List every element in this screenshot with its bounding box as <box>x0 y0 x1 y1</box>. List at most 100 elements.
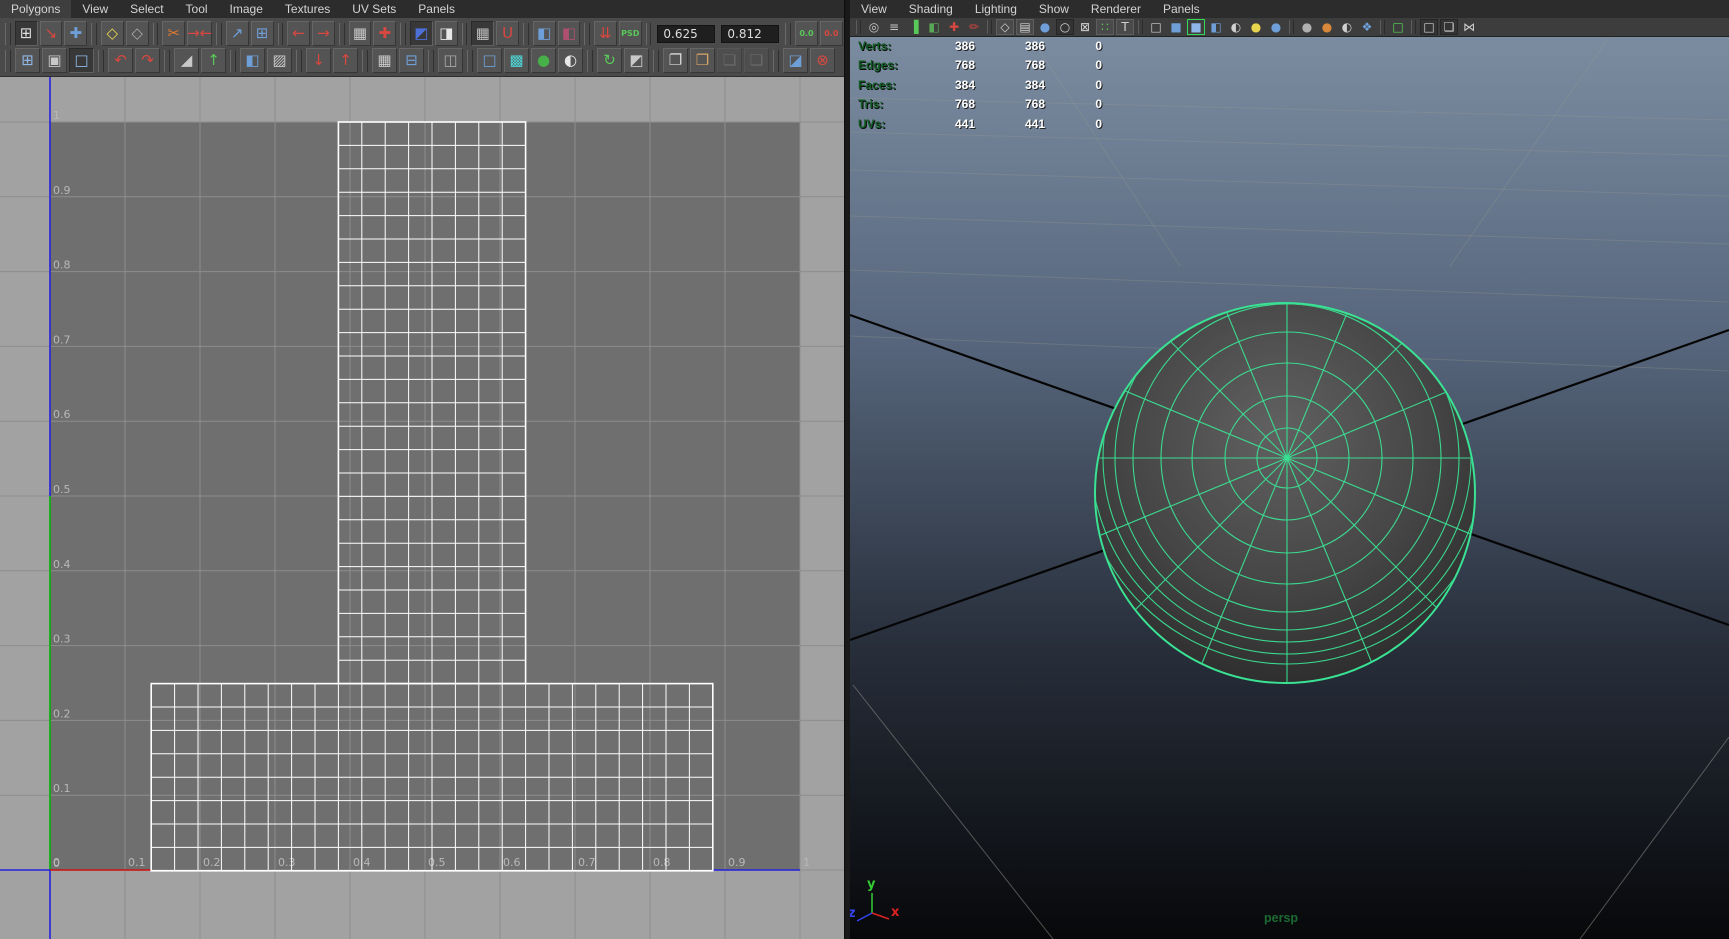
smooth-cube-icon[interactable]: ■ <box>1167 19 1185 35</box>
layout-uv-icon[interactable]: ⊞ <box>251 21 274 46</box>
viewport-menu-shading[interactable]: Shading <box>898 0 964 18</box>
align-uv-right-icon[interactable]: → <box>312 21 335 46</box>
select-shortest-path-icon[interactable]: ◇ <box>101 21 124 46</box>
select-camera-icon[interactable]: ◎ <box>865 19 883 35</box>
grid-uvs-icon[interactable]: ▦ <box>372 48 397 73</box>
texture-display-icon[interactable]: T <box>1116 19 1134 35</box>
material-ball-icon[interactable]: ● <box>1267 19 1285 35</box>
menu-textures[interactable]: Textures <box>274 0 341 18</box>
menu-image[interactable]: Image <box>219 0 274 18</box>
paste-v-icon[interactable]: ❏ <box>744 48 769 73</box>
geometry-set-icon[interactable]: ❖ <box>1358 19 1376 35</box>
flat-shade-icon[interactable]: ○ <box>1056 19 1074 35</box>
wireframe-mode-icon[interactable]: ◇ <box>996 19 1014 35</box>
subdiv-cube-icon[interactable]: ■ <box>1187 19 1205 35</box>
use-image-ratio-icon[interactable]: ◩ <box>624 48 649 73</box>
menu-select[interactable]: Select <box>119 0 174 18</box>
align-uv-down-icon[interactable]: ↓ <box>306 48 331 73</box>
vertex-display-icon[interactable]: ∷ <box>1096 19 1114 35</box>
perspective-3d-view[interactable]: yxz <box>850 36 1729 939</box>
menu-uv-sets[interactable]: UV Sets <box>341 0 407 18</box>
uv-smudge-tool-icon[interactable]: ↘ <box>40 21 63 46</box>
paste-uvs-icon[interactable]: ❒ <box>690 48 715 73</box>
scene-cube-icon[interactable]: □ <box>1420 19 1438 35</box>
uv-v-transform-field[interactable] <box>721 25 779 43</box>
alpha-channel-icon[interactable]: ◐ <box>558 48 583 73</box>
cycle-uvs-icon[interactable]: ▨ <box>267 48 292 73</box>
shade-uvs-icon[interactable]: ◧ <box>533 21 556 46</box>
uv-u-transform-field[interactable] <box>657 25 715 43</box>
select-shell-icon[interactable]: ◇ <box>126 21 149 46</box>
add-uv-grid-icon[interactable]: ✚ <box>373 21 396 46</box>
menu-polygons[interactable]: Polygons <box>0 0 71 18</box>
update-psd-icon[interactable]: PSD <box>619 21 642 46</box>
checker-sphere-icon[interactable]: ◐ <box>1227 19 1245 35</box>
select-uv-tool-icon[interactable]: ▣ <box>42 48 67 73</box>
view-grid-icon[interactable]: □ <box>477 48 502 73</box>
image-ratio-icon[interactable]: ◨ <box>435 21 458 46</box>
align-uv-left-icon[interactable]: ← <box>287 21 310 46</box>
viewport-menu-panels[interactable]: Panels <box>1152 0 1211 18</box>
uv-lattice-alt-icon[interactable]: ⊞ <box>15 48 40 73</box>
menu-panels[interactable]: Panels <box>407 0 466 18</box>
pixel-snap-icon[interactable]: U <box>496 21 519 46</box>
rotate-ccw-icon[interactable]: ↶ <box>108 48 133 73</box>
move-vertex-icon[interactable]: ↑ <box>201 48 226 73</box>
layer-panels-icon[interactable]: ❏ <box>1440 19 1458 35</box>
isolate-select-icon[interactable]: □ <box>1389 19 1407 35</box>
camera-attributes-icon[interactable]: ≡ <box>885 19 903 35</box>
bounding-box-icon[interactable]: □ <box>1147 19 1165 35</box>
menu-tool[interactable]: Tool <box>175 0 219 18</box>
move-uv-shell-tool-icon[interactable]: ✚ <box>64 21 87 46</box>
toolbar-separator <box>296 50 302 72</box>
hud-row-tris: Tris:7687680 <box>850 97 1150 116</box>
image-plane-icon[interactable]: ◧ <box>925 19 943 35</box>
xray-mode-icon[interactable]: ⊠ <box>1076 19 1094 35</box>
cut-uv-edges-icon[interactable]: ✂ <box>162 21 185 46</box>
dim-image-icon[interactable]: ▦ <box>471 21 494 46</box>
half-shade-icon[interactable]: ◐ <box>1338 19 1356 35</box>
rgb-channels-icon[interactable]: ● <box>531 48 556 73</box>
filtered-image-icon[interactable]: ◫ <box>438 48 463 73</box>
extrude-shell-icon[interactable]: ◧ <box>240 48 265 73</box>
marquee-select-icon[interactable]: □ <box>69 48 94 73</box>
unfold-uv-icon[interactable]: ↗ <box>226 21 249 46</box>
rotate-angle-up-icon[interactable]: 0.0 <box>795 21 818 46</box>
delete-uvs-icon[interactable]: ⊗ <box>810 48 835 73</box>
hud-stat-label: Tris: <box>858 97 883 111</box>
checker-tile-icon[interactable]: ▩ <box>504 48 529 73</box>
viewport-menu-lighting[interactable]: Lighting <box>964 0 1028 18</box>
move-manipulator-icon[interactable]: ✚ <box>945 19 963 35</box>
viewport-menu-show[interactable]: Show <box>1028 0 1080 18</box>
align-uv-up-icon[interactable]: ↑ <box>333 48 358 73</box>
poly-count-hud: Verts:3863860Edges:7687680Faces:3843840T… <box>850 39 1150 136</box>
default-material-icon[interactable]: ● <box>1298 19 1316 35</box>
film-gate-icon[interactable]: ▤ <box>1016 19 1034 35</box>
hud-row-verts: Verts:3863860 <box>850 39 1150 58</box>
smooth-shade-icon[interactable]: ● <box>1036 19 1054 35</box>
uv-editor-canvas[interactable]: 00.10.20.30.40.50.60.70.80.9100.10.20.30… <box>0 77 844 939</box>
snap-to-grid-icon[interactable]: ▦ <box>349 21 372 46</box>
rotate-cw-icon[interactable]: ↷ <box>135 48 160 73</box>
grease-pencil-icon[interactable]: ✏ <box>965 19 983 35</box>
subtract-grid-icon[interactable]: ⊟ <box>399 48 424 73</box>
rotate-angle-down-icon[interactable]: 0.0 <box>820 21 843 46</box>
display-image-icon[interactable]: ◩ <box>410 21 433 46</box>
bake-texture-icon[interactable]: ⇊ <box>594 21 617 46</box>
use-all-lights-icon[interactable]: ● <box>1247 19 1265 35</box>
overlap-shade-icon[interactable]: ◧ <box>558 21 581 46</box>
flip-uv-icon[interactable]: ◢ <box>174 48 199 73</box>
viewport-menu-view[interactable]: View <box>850 0 898 18</box>
textured-cube-icon[interactable]: ◧ <box>1207 19 1225 35</box>
menu-view[interactable]: View <box>71 0 119 18</box>
refresh-image-icon[interactable]: ↻ <box>597 48 622 73</box>
viewport-menu-renderer[interactable]: Renderer <box>1080 0 1152 18</box>
paste-u-icon[interactable]: ❏ <box>717 48 742 73</box>
copy-options-icon[interactable]: ◪ <box>783 48 808 73</box>
shaded-ball-icon[interactable]: ● <box>1318 19 1336 35</box>
bookmarks-icon[interactable]: ▐ <box>905 19 923 35</box>
uv-lattice-tool-icon[interactable]: ⊞ <box>15 21 38 46</box>
hypergraph-icon[interactable]: ⋈ <box>1460 19 1478 35</box>
copy-uvs-icon[interactable]: ❐ <box>663 48 688 73</box>
sew-uv-edges-icon[interactable]: →← <box>187 21 212 46</box>
